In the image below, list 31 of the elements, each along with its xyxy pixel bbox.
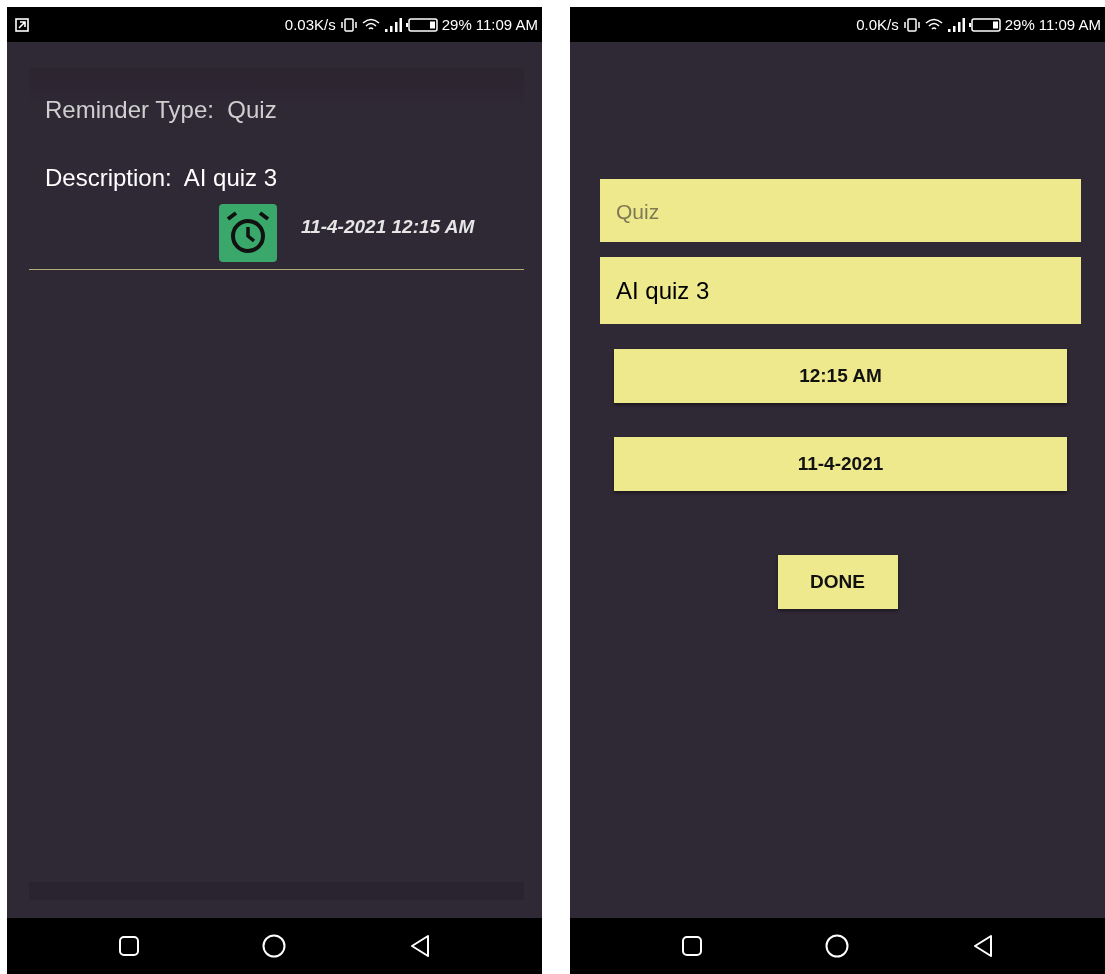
wifi-icon [924,17,943,32]
screen-cast-icon [15,17,29,32]
network-speed: 0.0K/s [856,16,899,33]
done-button[interactable]: DONE [777,555,898,609]
description-text: Description: AI quiz 3 [45,164,279,192]
due-date-text: 11-4-2021 12:15 AM [301,216,475,238]
clock-time: 11:09 AM [475,16,538,33]
back-icon[interactable] [971,934,994,958]
signal-icon [946,17,965,32]
recent-apps-icon[interactable] [118,935,141,957]
battery-level: 29% [441,16,472,33]
back-icon[interactable] [408,934,431,958]
recent-apps-icon[interactable] [681,935,704,957]
vibrate-icon [339,17,358,32]
reminder-type-field[interactable]: Quiz [600,179,1081,242]
reminder-type-text: Reminder Type: Quiz [45,96,278,124]
alarm-clock-icon [219,204,277,262]
signal-icon [383,17,402,32]
description-field[interactable]: AI quiz 3 [600,257,1081,324]
battery-level: 29% [1004,16,1035,33]
wifi-icon [361,17,380,32]
home-icon[interactable] [825,934,850,958]
reminder-card[interactable]: Reminder Type: Quiz Description: AI quiz 3 11-4-2021 12:15 AM [29,68,524,270]
date-button[interactable]: 11-4-2021 [614,437,1067,491]
battery-icon [968,17,1001,32]
home-icon[interactable] [262,934,287,958]
vibrate-icon [902,17,921,32]
clock-time: 11:09 AM [1038,16,1101,33]
time-button[interactable]: 12:15 AM [614,349,1067,403]
network-speed: 0.03K/s [284,16,336,33]
battery-icon [405,17,438,32]
